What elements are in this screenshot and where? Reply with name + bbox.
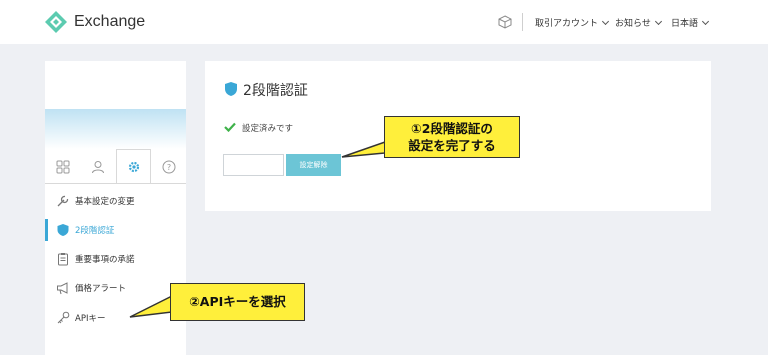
news-label: お知らせ <box>615 19 651 29</box>
tab-dashboard[interactable] <box>45 149 80 184</box>
cube-icon[interactable] <box>498 15 512 29</box>
top-header: Exchange 取引アカウント お知らせ 日本語 <box>0 0 768 44</box>
chevron-down-icon <box>654 17 662 26</box>
trading-account-menu[interactable]: 取引アカウント <box>535 16 610 29</box>
chevron-down-icon <box>701 17 710 26</box>
callout-text: ①2段階認証の <box>411 121 493 136</box>
status-text: 設定済みです <box>242 124 294 134</box>
sidebar-item-two-factor[interactable]: 2段階認証 <box>45 219 186 241</box>
trading-account-label: 取引アカウント <box>535 19 599 29</box>
disable-2fa-button[interactable]: 設定解除 <box>286 154 341 176</box>
sidebar-item-important-terms[interactable]: 重要事項の承諾 <box>45 248 186 270</box>
page-title: 2段階認証 <box>243 83 308 99</box>
header-divider <box>522 13 523 31</box>
sidebar-item-label: APIキー <box>75 314 106 324</box>
auth-code-input[interactable] <box>223 154 284 176</box>
wrench-icon <box>57 195 69 207</box>
language-menu[interactable]: 日本語 <box>671 16 710 29</box>
check-icon <box>224 122 236 132</box>
gear-icon <box>128 161 139 173</box>
sidebar-item-basic-settings[interactable]: 基本設定の変更 <box>45 190 186 212</box>
svg-text:?: ? <box>166 163 170 172</box>
chevron-down-icon <box>601 17 610 26</box>
callout-step-2: ②APIキーを選択 <box>170 283 305 321</box>
help-icon: ? <box>162 160 175 173</box>
language-label: 日本語 <box>671 19 699 29</box>
shield-icon <box>57 224 69 236</box>
clipboard-icon <box>58 253 68 266</box>
grid-icon <box>56 160 69 173</box>
sidebar-banner <box>45 109 186 149</box>
sidebar-item-label: 2段階認証 <box>75 226 115 236</box>
callout-pointer <box>129 294 173 318</box>
tab-settings[interactable] <box>116 149 151 184</box>
tab-profile[interactable] <box>80 149 115 184</box>
sidebar-tabs: ? <box>45 149 186 184</box>
tab-divider <box>45 183 186 184</box>
callout-text: 設定を完了する <box>408 138 496 153</box>
brand-name[interactable]: Exchange <box>74 13 145 31</box>
callout-step-1: ①2段階認証の 設定を完了する <box>384 116 520 158</box>
sidebar-item-label: 基本設定の変更 <box>75 197 135 207</box>
megaphone-icon <box>57 282 68 295</box>
sidebar-item-label: 重要事項の承諾 <box>75 255 135 265</box>
tab-help[interactable]: ? <box>151 149 186 184</box>
key-icon <box>57 311 70 324</box>
callout-pointer <box>341 140 386 158</box>
news-menu[interactable]: お知らせ <box>615 16 662 29</box>
user-icon <box>91 160 104 173</box>
shield-icon <box>225 82 237 96</box>
logo-icon[interactable] <box>44 10 68 34</box>
sidebar-item-label: 価格アラート <box>75 284 127 294</box>
